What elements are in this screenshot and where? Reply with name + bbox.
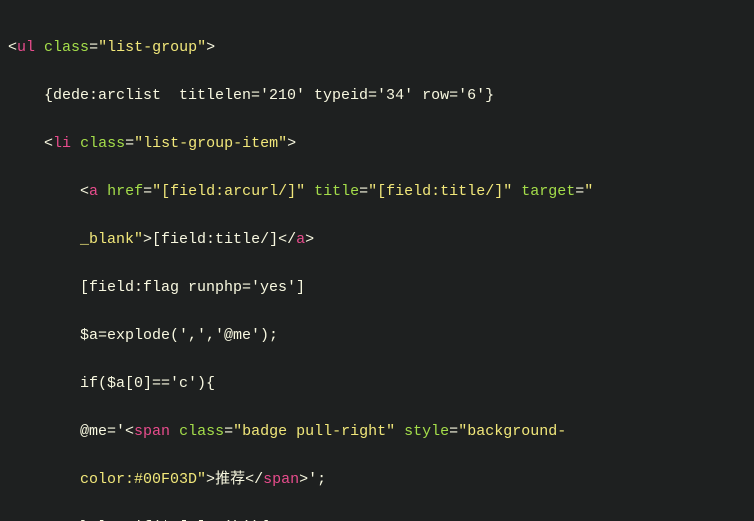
tag-li: li <box>53 135 71 152</box>
string: "[field:title/]" <box>368 183 512 200</box>
code-line[interactable]: if($a[0]=='c'){ <box>8 372 746 396</box>
code-editor[interactable]: <ul class="list-group"> {dede:arclist ti… <box>0 0 754 521</box>
attr-target: target <box>521 183 575 200</box>
php-code: @me=' <box>80 423 125 440</box>
string: color:#00F03D" <box>80 471 206 488</box>
tag-a: a <box>296 231 305 248</box>
string: "badge pull-right" <box>233 423 395 440</box>
angle-close: > <box>206 39 215 56</box>
string: _blank" <box>80 231 143 248</box>
template-field: [field:flag runphp='yes'] <box>8 279 305 296</box>
php-code: $a=explode(',','@me'); <box>8 327 278 344</box>
string: "background- <box>458 423 566 440</box>
tag-span: span <box>263 471 299 488</box>
code-line[interactable]: $a=explode(',','@me'); <box>8 324 746 348</box>
code-line[interactable]: [field:flag runphp='yes'] <box>8 276 746 300</box>
code-line[interactable]: <li class="list-group-item"> <box>8 132 746 156</box>
code-line[interactable]: <ul class="list-group"> <box>8 36 746 60</box>
string: "list-group" <box>98 39 206 56</box>
attr-class: class <box>44 39 89 56</box>
string: " <box>584 183 593 200</box>
text-content: 推荐 <box>215 471 245 488</box>
template-tag: {dede:arclist titlelen='210' typeid='34'… <box>8 87 494 104</box>
attr-href: href <box>107 183 143 200</box>
code-line[interactable]: _blank">[field:title/]</a> <box>8 228 746 252</box>
text-content: [field:title/] <box>152 231 278 248</box>
code-line[interactable]: }else if($a[0]=='h'){ <box>8 516 746 521</box>
php-code: '; <box>308 471 326 488</box>
attr-class: class <box>179 423 224 440</box>
code-line[interactable]: {dede:arclist titlelen='210' typeid='34'… <box>8 84 746 108</box>
code-line[interactable]: color:#00F03D">推荐</span>'; <box>8 468 746 492</box>
code-line[interactable]: <a href="[field:arcurl/]" title="[field:… <box>8 180 746 204</box>
attr-class: class <box>80 135 125 152</box>
code-line[interactable]: @me='<span class="badge pull-right" styl… <box>8 420 746 444</box>
tag-span: span <box>134 423 170 440</box>
attr-title: title <box>314 183 359 200</box>
string: "list-group-item" <box>134 135 287 152</box>
attr-style: style <box>404 423 449 440</box>
angle-open: < <box>8 39 17 56</box>
tag-ul: ul <box>17 39 35 56</box>
tag-a: a <box>89 183 98 200</box>
string: "[field:arcurl/]" <box>152 183 305 200</box>
php-code: if($a[0]=='c'){ <box>8 375 215 392</box>
